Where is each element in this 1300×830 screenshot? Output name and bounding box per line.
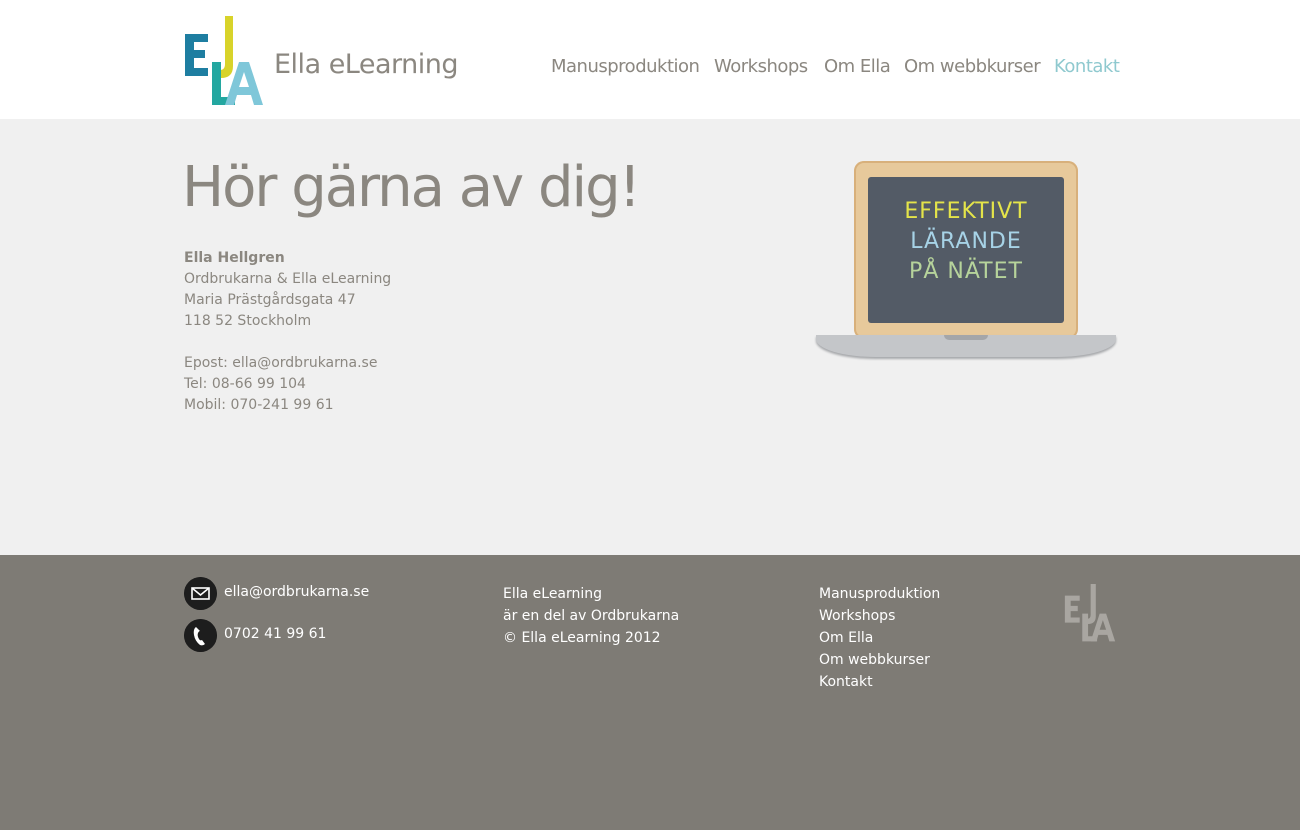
- site-footer: ella@ordbrukarna.se 0702 41 99 61 Ella e…: [0, 555, 1300, 830]
- site-logo[interactable]: Ella eLearning: [184, 16, 459, 108]
- footer-nav-manusproduktion[interactable]: Manusproduktion: [819, 583, 940, 605]
- board-line-3: PÅ NÄTET: [909, 259, 1023, 284]
- footer-nav: Manusproduktion Workshops Om Ella Om web…: [819, 583, 940, 693]
- nav-item-om-webbkurser[interactable]: Om webbkurser: [904, 56, 1041, 77]
- contact-details: Ella Hellgren Ordbrukarna & Ella eLearni…: [184, 248, 484, 416]
- contact-mobile: Mobil: 070-241 99 61: [184, 397, 334, 413]
- contact-street: Maria Prästgårdsgata 47: [184, 292, 356, 308]
- footer-nav-kontakt[interactable]: Kontakt: [819, 671, 940, 693]
- contact-city: 118 52 Stockholm: [184, 313, 312, 329]
- envelope-icon: [184, 577, 217, 610]
- board-line-2: LÄRANDE: [910, 229, 1022, 254]
- page-title: Hör gärna av dig!: [182, 155, 641, 220]
- footer-about-line: Ella eLearning: [503, 586, 603, 602]
- footer-about-line: är en del av Ordbrukarna: [503, 608, 680, 624]
- main-nav: Manusproduktion Workshops Om Ella Om web…: [540, 56, 1120, 86]
- footer-logo-icon: [1064, 584, 1116, 642]
- footer-nav-workshops[interactable]: Workshops: [819, 605, 940, 627]
- site-header: Ella eLearning Manusproduktion Workshops…: [0, 0, 1300, 119]
- nav-item-manusproduktion[interactable]: Manusproduktion: [551, 56, 700, 77]
- contact-phone: Tel: 08-66 99 104: [184, 376, 306, 392]
- phone-icon: [184, 619, 217, 652]
- footer-email-link[interactable]: ella@ordbrukarna.se: [224, 584, 369, 600]
- board-line-1: EFFEKTIVT: [904, 199, 1028, 224]
- nav-item-om-ella[interactable]: Om Ella: [824, 56, 891, 77]
- footer-email-row: ella@ordbrukarna.se: [184, 577, 384, 611]
- footer-nav-om-webbkurser[interactable]: Om webbkurser: [819, 649, 940, 671]
- footer-nav-om-ella[interactable]: Om Ella: [819, 627, 940, 649]
- chalkboard: EFFEKTIVT LÄRANDE PÅ NÄTET: [868, 177, 1064, 323]
- footer-phone-row: 0702 41 99 61: [184, 619, 384, 653]
- footer-about: Ella eLearning är en del av Ordbrukarna …: [503, 583, 679, 649]
- contact-name: Ella Hellgren: [184, 250, 285, 266]
- main-content: Hör gärna av dig! Ella Hellgren Ordbruka…: [0, 119, 1300, 555]
- contact-spacer: [184, 332, 484, 353]
- contact-email: Epost: ella@ordbrukarna.se: [184, 355, 378, 371]
- logo-wordmark: Ella eLearning: [274, 49, 459, 80]
- laptop-illustration: EFFEKTIVT LÄRANDE PÅ NÄTET: [816, 159, 1116, 364]
- ella-logo-icon: [185, 16, 263, 105]
- laptop-notch: [944, 335, 988, 340]
- nav-item-kontakt[interactable]: Kontakt: [1054, 56, 1120, 77]
- contact-company: Ordbrukarna & Ella eLearning: [184, 271, 392, 287]
- footer-phone: 0702 41 99 61: [224, 626, 327, 642]
- footer-copyright: © Ella eLearning 2012: [503, 630, 661, 646]
- nav-item-workshops[interactable]: Workshops: [714, 56, 808, 77]
